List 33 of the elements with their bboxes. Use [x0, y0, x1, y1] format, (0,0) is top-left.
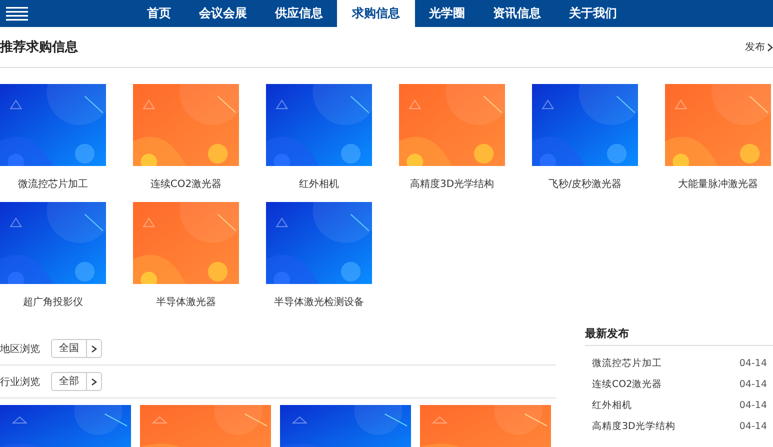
filter-select[interactable]: 全国: [51, 339, 102, 358]
menu-icon[interactable]: [6, 6, 28, 22]
latest-item-link[interactable]: 红外相机: [592, 399, 632, 412]
card-caption[interactable]: 高精度3D光学结构: [410, 177, 494, 191]
card-caption[interactable]: 半导体激光器: [156, 295, 216, 309]
latest-item-date: 04-14: [739, 379, 767, 390]
card-caption[interactable]: 红外相机: [299, 177, 339, 191]
card-caption[interactable]: 微流控芯片加工: [18, 177, 88, 191]
nav-tab[interactable]: 关于我们: [555, 0, 631, 27]
filter-label: 地区浏览: [0, 342, 41, 356]
latest-title: 最新发布: [585, 321, 773, 346]
card-caption[interactable]: 大能量脉冲激光器: [678, 177, 758, 191]
filter-select[interactable]: 全部: [51, 372, 102, 391]
nav-tab[interactable]: 供应信息: [261, 0, 337, 27]
chevron-right-icon: [767, 42, 773, 52]
nav-tab[interactable]: 资讯信息: [479, 0, 555, 27]
latest-item-date: 04-14: [739, 400, 767, 411]
nav-tab[interactable]: 首页: [133, 0, 185, 27]
latest-item-link[interactable]: 连续CO2激光器: [592, 378, 662, 391]
section-title: 推荐求购信息: [0, 39, 78, 56]
card-caption[interactable]: 飞秒/皮秒激光器: [548, 177, 622, 191]
card-caption[interactable]: 半导体激光检测设备: [274, 295, 364, 309]
latest-item-date: 04-14: [739, 358, 767, 369]
nav-tab[interactable]: 求购信息: [337, 0, 415, 27]
card-caption[interactable]: 超广角投影仪: [23, 295, 83, 309]
publish-link[interactable]: 发布: [745, 40, 773, 54]
latest-item-date: 04-14: [739, 421, 767, 432]
nav-tab[interactable]: 会议会展: [185, 0, 261, 27]
nav-tab[interactable]: 光学圈: [415, 0, 479, 27]
latest-item-link[interactable]: 微流控芯片加工: [592, 357, 662, 370]
card-caption[interactable]: 连续CO2激光器: [150, 177, 222, 191]
filter-label: 行业浏览: [0, 376, 41, 388]
latest-item-link[interactable]: 高精度3D光学结构: [592, 420, 676, 433]
